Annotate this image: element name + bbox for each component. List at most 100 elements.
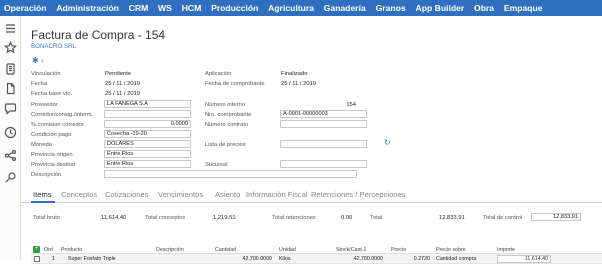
- col-precio-header: Precio: [391, 247, 407, 253]
- comision-label: % comision corredor: [31, 122, 84, 128]
- total-conceptos-label: Total conceptos: [145, 215, 186, 221]
- page-title: Factura de Compra - 154: [31, 28, 166, 42]
- row-checkbox[interactable]: [34, 256, 40, 262]
- aplicacion-value: Finalizado: [281, 71, 308, 77]
- condicion-pago-field[interactable]: Cosecha -19-20: [104, 130, 191, 138]
- tab-conceptos[interactable]: Conceptos: [61, 190, 97, 199]
- add-row-button[interactable]: +: [33, 246, 40, 253]
- tab-asiento[interactable]: Asiento: [215, 190, 240, 199]
- descripcion-label: Descripción: [31, 172, 62, 178]
- main-content: Factura de Compra - 154 BONACRO SRL ✱ › …: [21, 16, 602, 264]
- nro-comprobante-field[interactable]: A-0001-00000003: [280, 110, 367, 118]
- tab-bar: Items Conceptos Cotizaciones Vencimiento…: [21, 188, 602, 203]
- share-icon[interactable]: [4, 149, 17, 162]
- nav-item-producci-n[interactable]: Producción: [211, 3, 258, 13]
- refresh-icon[interactable]: ↻: [384, 138, 391, 147]
- total-retenciones-label: Total retenciones: [272, 215, 316, 221]
- cell-cantidad[interactable]: 42,700.0000: [220, 256, 272, 262]
- total-bruto-label: Total bruto: [33, 215, 61, 221]
- proveedor-label: Proveedor: [31, 102, 58, 108]
- col-importe-header: Importe: [497, 247, 515, 253]
- company-link[interactable]: BONACRO SRL: [31, 43, 76, 50]
- numero-contrato-label: Número contrato: [205, 122, 249, 128]
- corredor-label: Corredor/consig./interm.: [31, 112, 94, 118]
- fecha-base-field[interactable]: 25 / 11 / 2019: [105, 91, 140, 97]
- search-user-icon[interactable]: [4, 171, 17, 184]
- provincia-origen-label: Provincia origen: [31, 152, 73, 158]
- tab-informacion-fiscal[interactable]: Información Fiscal: [246, 190, 308, 199]
- menu-icon[interactable]: [4, 22, 17, 35]
- vinculacion-value: Pendiente: [105, 71, 132, 77]
- comision-field[interactable]: 0.0000: [104, 120, 191, 128]
- tab-items[interactable]: Items: [33, 190, 52, 199]
- nro-comprobante-label: Nro. comprobante: [205, 112, 252, 118]
- document-icon[interactable]: [4, 82, 17, 95]
- cell-precio[interactable]: 0.2720: [391, 256, 430, 262]
- numero-contrato-field[interactable]: [280, 120, 367, 128]
- nav-item-administraci-n[interactable]: Administración: [56, 3, 119, 13]
- corredor-field[interactable]: [104, 110, 191, 118]
- col-cantidad-header: Cantidad: [215, 247, 237, 253]
- nav-item-obra[interactable]: Obra: [474, 3, 494, 13]
- chat-icon[interactable]: [4, 102, 17, 115]
- nav-item-empaque[interactable]: Empaque: [504, 3, 543, 13]
- sidebar: [0, 16, 21, 260]
- nav-item-ws[interactable]: WS: [158, 3, 172, 13]
- lista-precios-label: Lista de precios: [205, 142, 246, 148]
- nav-item-agricultura[interactable]: Agricultura: [268, 3, 314, 13]
- condicion-pago-label: Condición pago: [31, 132, 72, 138]
- col-unidad-header: Unidad: [279, 247, 296, 253]
- nav-item-ganader-a[interactable]: Ganadería: [324, 3, 366, 13]
- provincia-destino-label: Provincia destino: [31, 162, 76, 168]
- col-precio-sobre-header: Precio sobre: [436, 247, 466, 253]
- tab-vencimientos[interactable]: Vencimientos: [158, 190, 203, 199]
- items-grid-header: + Ord Producto Descripción Cantidad Unid…: [31, 245, 602, 254]
- clock-icon[interactable]: [4, 126, 17, 139]
- sucursal-label: Sucursal: [205, 162, 228, 168]
- nav-item-crm[interactable]: CRM: [129, 3, 149, 13]
- nav-item-app-builder[interactable]: App Builder: [416, 3, 465, 13]
- tab-retenciones-percepciones[interactable]: Retenciones / Percepciones: [311, 190, 406, 199]
- numero-interno-value: 154: [346, 102, 356, 108]
- moneda-field[interactable]: DOLARES: [104, 140, 191, 148]
- provincia-origen-field[interactable]: Entre Rios: [104, 150, 191, 158]
- cell-precio-sobre[interactable]: Cantidad compra: [436, 256, 476, 262]
- lista-precios-field[interactable]: [280, 140, 367, 148]
- fecha-comprobante-field[interactable]: 25 / 11 / 2019: [281, 81, 316, 87]
- moneda-label: Moneda: [31, 142, 52, 148]
- table-row[interactable]: 1 Super Fosfato Triple 42,700.0000 Kilos…: [31, 254, 602, 264]
- cell-unidad: Kilos: [279, 256, 291, 262]
- tab-cotizaciones[interactable]: Cotizaciones: [105, 190, 148, 199]
- fecha-field[interactable]: 25 / 11 / 2019: [105, 81, 140, 87]
- fecha-base-label: Fecha base vto.: [31, 91, 73, 97]
- total-control-label: Total de control: [483, 215, 523, 221]
- numero-interno-label: Número interno: [205, 102, 245, 108]
- total-bruto-value: 11,614.40: [101, 215, 127, 221]
- total-control-field[interactable]: 12,833.91: [531, 213, 581, 221]
- total-conceptos-value: 1,219.51: [213, 215, 236, 221]
- top-navigation-bar: Operación Administración CRM WS HCM Producció…: [0, 0, 602, 16]
- active-tab-indicator: [31, 201, 55, 203]
- fecha-label: Fecha: [31, 81, 48, 87]
- total-label: Total: [370, 215, 383, 221]
- star-icon[interactable]: [3, 41, 18, 54]
- col-stock-header: Stock/Cant.1: [336, 247, 367, 253]
- nav-item-hcm[interactable]: HCM: [182, 3, 202, 13]
- vinculacion-label: Vinculación: [31, 71, 61, 77]
- cell-producto[interactable]: Super Fosfato Triple: [68, 256, 116, 262]
- clipboard-icon[interactable]: [4, 62, 17, 75]
- proveedor-field[interactable]: LA FANEGA S.A: [104, 100, 191, 108]
- link-icon[interactable]: ✱: [32, 56, 39, 65]
- cell-importe[interactable]: 11,614.40: [497, 255, 551, 263]
- descripcion-field[interactable]: [104, 170, 357, 178]
- col-producto-header: Producto: [61, 247, 83, 253]
- cell-ord: 1: [52, 256, 55, 262]
- cell-stock: 42,700.0000: [353, 256, 383, 262]
- nav-item-operaci-n[interactable]: Operación: [4, 3, 47, 13]
- provincia-destino-field[interactable]: Entre Rios: [104, 160, 191, 168]
- nav-item-granos[interactable]: Granos: [376, 3, 406, 13]
- total-value: 12,833.91: [439, 215, 465, 221]
- col-ord-header: Ord: [44, 247, 53, 253]
- chevron-right-icon[interactable]: ›: [41, 56, 44, 65]
- sucursal-field[interactable]: [280, 160, 367, 168]
